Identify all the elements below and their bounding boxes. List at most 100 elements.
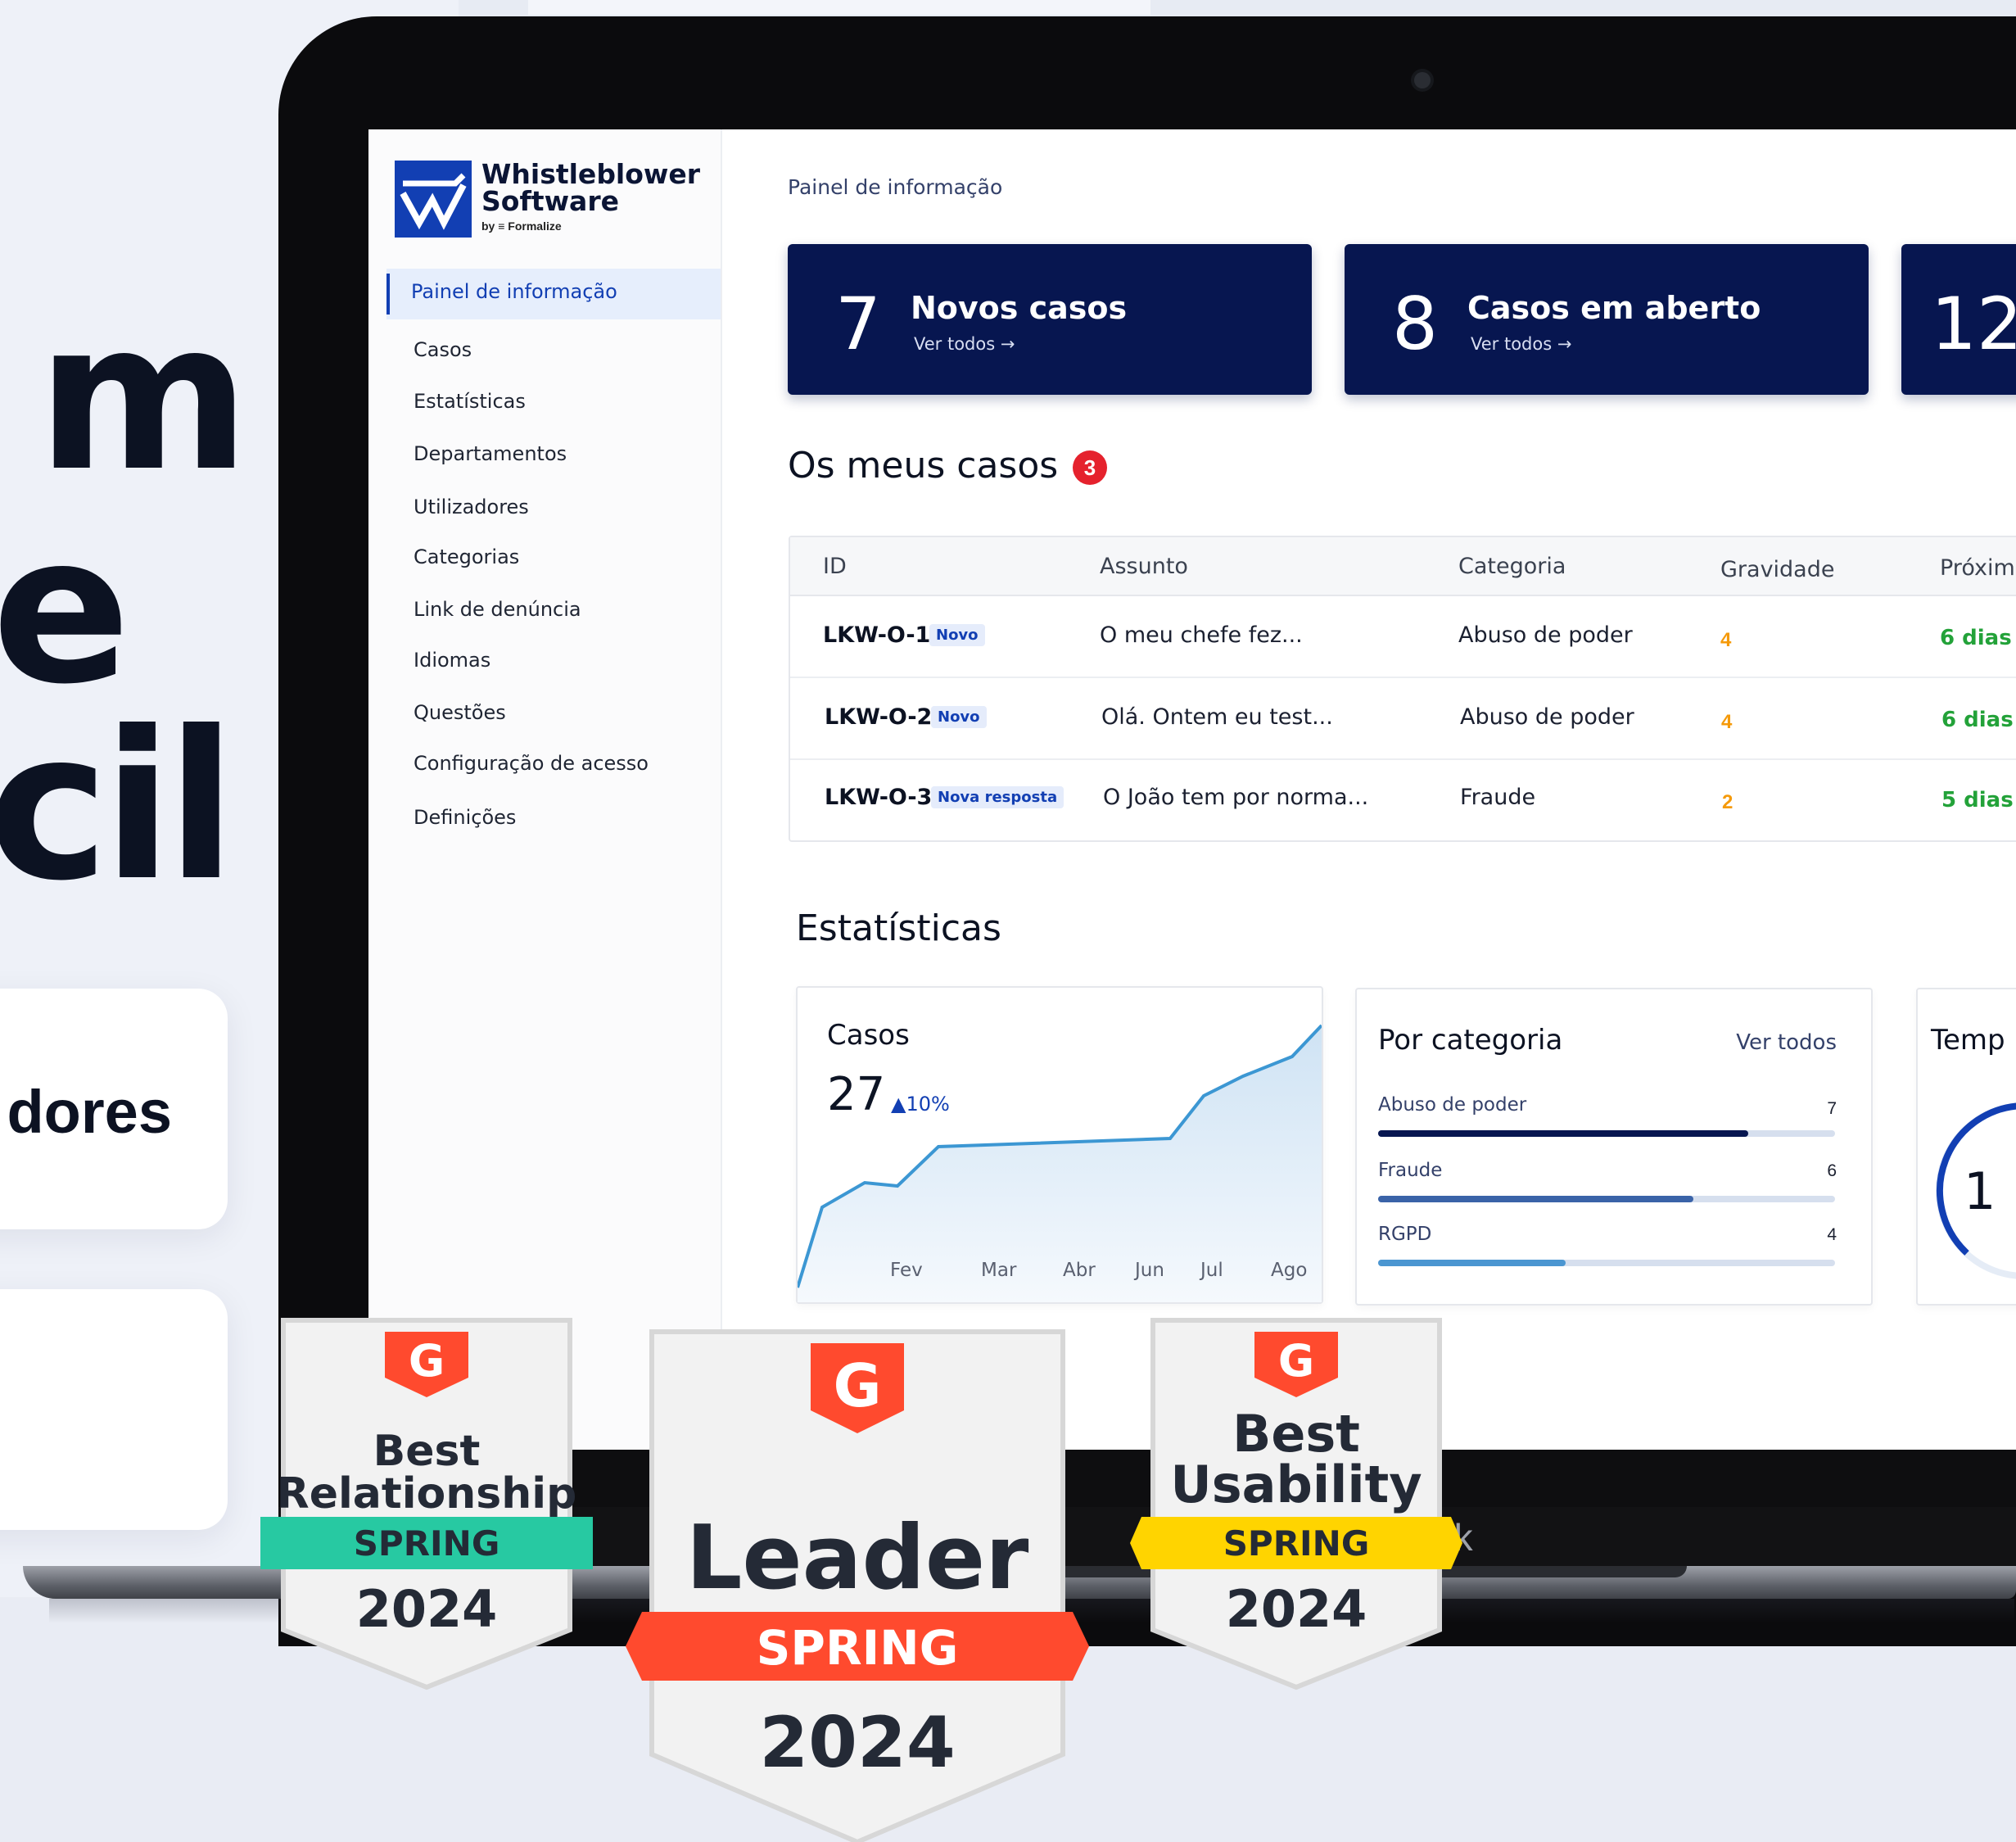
case-subject: Olá. Ontem eu test... <box>1101 704 1333 730</box>
cases-line-chart <box>798 1024 1322 1302</box>
case-severity: 2 <box>1722 791 1733 813</box>
column-header-severity[interactable]: Gravidade <box>1720 557 1834 582</box>
sidebar-item-settings[interactable]: Definições <box>414 806 516 829</box>
nav-active-indicator <box>386 274 390 315</box>
case-next-deadline: 5 dias <box>1941 788 2014 812</box>
sidebar-item-cases[interactable]: Casos <box>414 338 472 361</box>
category-bar-track <box>1378 1196 1835 1202</box>
month-label: Jun <box>1135 1260 1164 1281</box>
category-bar-track <box>1378 1130 1835 1137</box>
case-subject: O meu chefe fez... <box>1100 622 1303 648</box>
case-category: Abuso de poder <box>1460 704 1634 730</box>
view-all-link[interactable]: Ver todos → <box>1471 334 1571 354</box>
stat-value: 12 <box>1931 282 2016 366</box>
feature-card: dores <box>0 989 228 1229</box>
status-tag: Novo <box>929 624 985 646</box>
category-value: 6 <box>1827 1161 1837 1180</box>
case-next-deadline: 6 dias <box>1940 626 2012 650</box>
sidebar-item-users[interactable]: Utilizadores <box>414 496 529 518</box>
month-label: Fev <box>890 1260 923 1281</box>
month-label: Mar <box>981 1260 1017 1281</box>
badge-season: SPRING <box>756 1620 959 1676</box>
time-value: 1 <box>1964 1161 1996 1221</box>
cases-chart-panel[interactable]: Casos 27 ▲10% Fev Mar Abr Jun Jul Ago <box>796 986 1323 1304</box>
case-severity: 4 <box>1721 711 1733 733</box>
table-row[interactable]: LKW-O-1 Novo O meu chefe fez... Abuso de… <box>790 596 2016 678</box>
category-bar-fill <box>1378 1260 1566 1266</box>
case-id[interactable]: LKW-O-1 <box>823 622 930 648</box>
sidebar-item-statistics[interactable]: Estatísticas <box>414 390 526 413</box>
badge-title: Leader <box>685 1507 1029 1609</box>
column-header-subject[interactable]: Assunto <box>1100 554 1188 579</box>
category-label: RGPD <box>1378 1224 1432 1245</box>
category-panel: Por categoria Ver todos Abuso de poder 7… <box>1355 988 1873 1306</box>
sidebar-item-dashboard[interactable]: Painel de informação <box>411 280 617 303</box>
stat-title: Casos em aberto <box>1467 290 1761 326</box>
category-value: 4 <box>1827 1225 1837 1244</box>
panel-title: Por categoria <box>1378 1024 1563 1057</box>
hero-headline-line-3: cil <box>0 687 237 926</box>
column-header-id[interactable]: ID <box>823 554 847 579</box>
g2-logo-icon: G <box>833 1351 882 1420</box>
breadcrumb[interactable]: Painel de informação <box>788 175 1002 199</box>
view-all-link[interactable]: Ver todos → <box>914 334 1015 354</box>
column-header-category[interactable]: Categoria <box>1458 554 1566 579</box>
g2-badge-leader: G Leader SPRING 2024 <box>626 1328 1089 1842</box>
case-category: Abuso de poder <box>1458 622 1633 648</box>
badge-year: 2024 <box>1225 1579 1367 1639</box>
month-label: Jul <box>1200 1260 1223 1281</box>
g2-badge-best-relationship: G Best Relationship SPRING 2024 <box>260 1317 593 1690</box>
laptop-screen: Whistleblower Software by ≡ Formalize Pa… <box>368 129 2016 1450</box>
stat-card-third[interactable]: 12 <box>1901 244 2016 395</box>
stat-title: Novos casos <box>911 290 1128 326</box>
feature-text: dores <box>7 1078 172 1146</box>
category-label: Fraude <box>1378 1160 1443 1181</box>
case-id[interactable]: LKW-O-2 <box>825 704 932 730</box>
stat-card-new-cases[interactable]: 7 Novos casos Ver todos → <box>788 244 1312 395</box>
case-severity: 4 <box>1720 629 1732 651</box>
table-header: ID Assunto Categoria Gravidade Próxim <box>790 537 2016 596</box>
stat-card-open-cases[interactable]: 8 Casos em aberto Ver todos → <box>1345 244 1869 395</box>
brand-name: Whistleblower Software <box>481 158 701 217</box>
cases-table: ID Assunto Categoria Gravidade Próxim LK… <box>789 536 2016 842</box>
sidebar-item-departments[interactable]: Departamentos <box>414 442 567 465</box>
g2-logo-icon: G <box>408 1335 445 1387</box>
status-tag: Nova resposta <box>931 786 1065 808</box>
stat-value: 8 <box>1392 282 1438 366</box>
table-row[interactable]: LKW-O-3 Nova resposta O João tem por nor… <box>790 758 2016 839</box>
time-gauge <box>1936 1102 2016 1279</box>
sidebar-item-report-link[interactable]: Link de denúncia <box>414 598 581 621</box>
badge-year: 2024 <box>759 1702 956 1784</box>
badge-season: SPRING <box>353 1523 500 1564</box>
column-header-next[interactable]: Próxim <box>1940 555 2015 581</box>
category-label: Abuso de poder <box>1378 1094 1527 1116</box>
case-subject: O João tem por norma... <box>1103 785 1369 810</box>
badge-season: SPRING <box>1223 1523 1370 1564</box>
my-cases-count-badge: 3 <box>1073 450 1107 485</box>
stat-value: 7 <box>835 282 881 366</box>
case-next-deadline: 6 dias <box>1941 708 2014 732</box>
my-cases-title: Os meus casos <box>788 445 1059 487</box>
category-bar-fill <box>1378 1130 1748 1137</box>
category-value: 7 <box>1827 1099 1837 1118</box>
sidebar-item-access-config[interactable]: Configuração de acesso <box>414 752 649 775</box>
view-all-link[interactable]: Ver todos <box>1736 1030 1837 1055</box>
sidebar-item-languages[interactable]: Idiomas <box>414 649 490 672</box>
badge-year: 2024 <box>355 1579 498 1639</box>
month-label: Abr <box>1063 1260 1096 1281</box>
badge-title: Best <box>373 1427 481 1476</box>
background-band <box>528 0 1150 15</box>
laptop-camera <box>1414 72 1431 88</box>
table-row[interactable]: LKW-O-2 Novo Olá. Ontem eu test... Abuso… <box>790 678 2016 760</box>
case-id[interactable]: LKW-O-3 <box>825 785 932 810</box>
g2-badge-best-usability: G Best Usability SPRING 2024 <box>1130 1317 1462 1690</box>
case-category: Fraude <box>1460 785 1536 810</box>
feature-card <box>0 1289 228 1530</box>
sidebar: Whistleblower Software by ≡ Formalize Pa… <box>368 129 722 1450</box>
status-tag: Novo <box>931 706 987 728</box>
g2-logo-icon: G <box>1277 1335 1315 1387</box>
statistics-title: Estatísticas <box>796 907 1001 949</box>
category-bar-track <box>1378 1260 1835 1266</box>
sidebar-item-categories[interactable]: Categorias <box>414 545 519 568</box>
sidebar-item-questions[interactable]: Questões <box>414 701 506 724</box>
